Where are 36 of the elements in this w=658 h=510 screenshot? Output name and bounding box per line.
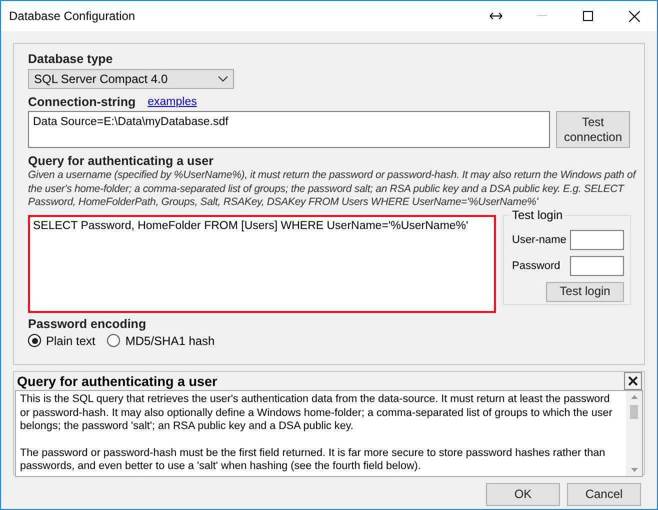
help-paragraph: The password or password-hash must be the first field returned. It is far more secure to store password hashes rather than passwords, and even better to use a 'salt' when hashing (see the fourth field below). [20, 446, 606, 474]
chevron-down-icon [218, 76, 228, 82]
test-login-button[interactable]: Test login [546, 282, 624, 302]
radio-button[interactable] [107, 334, 120, 347]
scroll-up-icon[interactable] [630, 395, 638, 399]
field-label: Password [512, 260, 560, 272]
examples-link[interactable]: examples [148, 96, 197, 108]
query-label: Query for authenticating a user [28, 154, 214, 168]
connection-string-field[interactable]: Data Source=E:\Data\myDatabase.sdf [28, 111, 550, 148]
field-label: User-name [512, 234, 566, 246]
query-field[interactable]: SELECT Password, HomeFolder FROM [Users] WHERE UserName='%UserName%' [28, 214, 496, 312]
password-encoding-label: Password encoding [28, 316, 148, 330]
scrollbar[interactable] [626, 391, 642, 476]
database-type-dropdown[interactable]: SQL Server Compact 4.0 [28, 69, 234, 89]
ok-button[interactable]: OK [486, 483, 560, 506]
window-title: Database Configuration [9, 9, 136, 23]
help-paragraph: This is the SQL query that retrieves the user's authentication data from the data-source. It must return at least the password or password-hash. It may also optionally define a Windows home-folder; a comma-separated list of groups to which the user belongs; the password 'salt'; an RSA public key and a DSA public key. [20, 393, 614, 434]
query-description: Given a username (specified by %UserName%), it must return the password or password-hash. It may also return the Windows path of the user's home-folder; a comma-separated list of groups; the password salt; an RSA public key and a DSA public key. E.g. SELECT Password, HomeFolderPath, Groups, Salt, RSAKey, DSAKey FROM Users WHERE UserName='%UserName%' [28, 169, 638, 210]
test-login-title: Test login [510, 208, 565, 222]
close-icon [628, 376, 638, 386]
login-input[interactable] [570, 256, 624, 276]
database-type-label: Database type [28, 52, 114, 66]
radio-label: Plain text [46, 334, 96, 348]
cancel-button[interactable]: Cancel [567, 483, 641, 506]
scroll-down-icon[interactable] [630, 468, 638, 472]
connection-string-label: Connection-string [28, 95, 136, 109]
help-title: Query for authenticating a user [17, 374, 218, 388]
login-input[interactable] [570, 230, 624, 250]
radio-label: MD5/SHA1 hash [125, 334, 215, 348]
close-icon[interactable] [628, 10, 640, 22]
scrollbar-thumb[interactable] [630, 405, 638, 419]
test-connection-button[interactable]: Test connection [556, 111, 630, 148]
close-help-button[interactable] [624, 372, 642, 390]
radio-button[interactable] [28, 334, 41, 347]
maximize-icon[interactable] [583, 11, 593, 21]
resize-icon[interactable] [489, 12, 503, 20]
